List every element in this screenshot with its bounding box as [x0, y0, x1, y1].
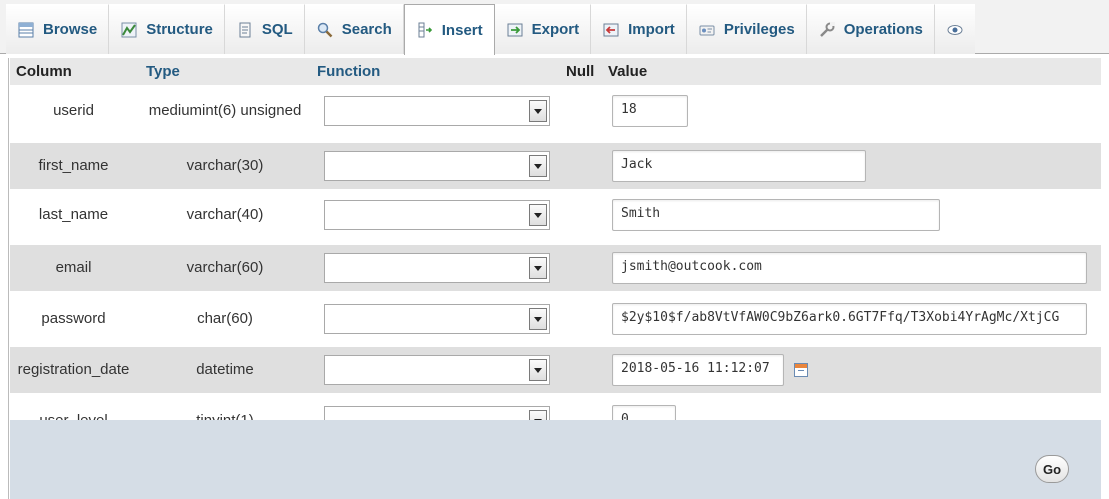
column-type: varchar(60) — [186, 259, 264, 276]
value-input[interactable]: $2y$10$f/ab8VtVfAW0C9bZ6ark0.6GT7Ffq/T3X… — [612, 303, 1087, 335]
value-input[interactable]: Jack — [612, 150, 866, 182]
tab-label: Browse — [43, 21, 98, 38]
column-type: char(60) — [197, 310, 253, 327]
tab-export[interactable]: Export — [494, 4, 592, 54]
column-name: last_name — [38, 206, 109, 223]
search-icon — [317, 22, 333, 37]
privileges-icon — [699, 25, 715, 35]
form-footer — [10, 420, 1101, 499]
chevron-down-icon[interactable] — [529, 204, 547, 226]
column-type: varchar(40) — [186, 206, 264, 223]
table-row-password: password char(60) $2y$10$f/ab8VtVfAW0C9b… — [10, 296, 1101, 342]
function-select[interactable] — [324, 304, 550, 334]
column-name: registration_date — [17, 361, 130, 378]
value-input[interactable]: 2018-05-16 11:12:07 — [612, 354, 784, 386]
browse-icon — [18, 22, 34, 37]
value-input[interactable]: 18 — [612, 95, 688, 127]
chevron-down-icon[interactable] — [529, 155, 547, 177]
table-row-registration-date: registration_date datetime 2018-05-16 11… — [10, 347, 1101, 393]
import-icon — [603, 23, 619, 36]
value-input[interactable]: Smith — [612, 199, 940, 231]
tab-label: Import — [628, 21, 675, 38]
table-row-last-name: last_name varchar(40) Smith — [10, 192, 1101, 238]
column-type: varchar(30) — [186, 157, 264, 174]
tab-label: Export — [531, 21, 580, 38]
go-button[interactable]: Go — [1035, 455, 1069, 483]
chevron-down-icon[interactable] — [529, 308, 547, 330]
column-type: datetime — [196, 361, 254, 378]
function-select[interactable] — [324, 151, 550, 181]
operations-icon — [819, 21, 835, 37]
table-row-email: email varchar(60) jsmith@outcook.com — [10, 245, 1101, 291]
tab-sql[interactable]: SQL — [224, 4, 305, 54]
header-value: Value — [608, 63, 648, 80]
tab-insert[interactable]: Insert — [403, 4, 495, 55]
tab-label: Insert — [441, 21, 483, 39]
tab-structure[interactable]: Structure — [109, 4, 225, 54]
tab-import[interactable]: Import — [591, 4, 687, 54]
insert-icon — [418, 22, 432, 38]
column-name: email — [55, 259, 92, 276]
header-type[interactable]: Type — [146, 63, 180, 80]
calendar-icon[interactable] — [794, 363, 808, 377]
table-row-userid: userid mediumint(6) unsigned 18 — [10, 88, 1101, 134]
structure-icon — [121, 22, 137, 37]
column-name: first_name — [38, 157, 109, 174]
tab-bar: Browse Structure SQL Search Insert Expor… — [0, 0, 1109, 55]
tab-privileges[interactable]: Privileges — [686, 4, 807, 54]
column-type: mediumint(6) unsigned — [148, 102, 302, 119]
value-input[interactable]: jsmith@outcook.com — [612, 252, 1087, 284]
column-name: userid — [53, 102, 94, 119]
column-header-row: Column Type Function Null Value — [10, 58, 1101, 85]
function-select[interactable] — [324, 253, 550, 283]
eye-icon — [947, 24, 963, 35]
tab-more[interactable] — [934, 4, 975, 54]
chevron-down-icon[interactable] — [529, 100, 547, 122]
function-select[interactable] — [324, 355, 550, 385]
chevron-down-icon[interactable] — [529, 359, 547, 381]
chevron-down-icon[interactable] — [529, 257, 547, 279]
tab-label: Operations — [843, 21, 923, 38]
header-function[interactable]: Function — [317, 63, 380, 80]
tab-label: Search — [341, 21, 392, 38]
tab-label: Structure — [146, 21, 213, 38]
export-icon — [507, 23, 523, 36]
tab-search[interactable]: Search — [304, 4, 404, 54]
header-null: Null — [566, 63, 595, 80]
table-row-first-name: first_name varchar(30) Jack — [10, 143, 1101, 189]
sql-icon — [239, 22, 251, 37]
content-border — [8, 58, 9, 499]
tab-operations[interactable]: Operations — [806, 4, 935, 54]
column-name: password — [41, 310, 106, 327]
header-column: Column — [16, 63, 72, 80]
tab-label: SQL — [261, 21, 293, 38]
tab-browse[interactable]: Browse — [6, 4, 110, 54]
function-select[interactable] — [324, 96, 550, 126]
function-select[interactable] — [324, 200, 550, 230]
tab-label: Privileges — [723, 21, 795, 38]
